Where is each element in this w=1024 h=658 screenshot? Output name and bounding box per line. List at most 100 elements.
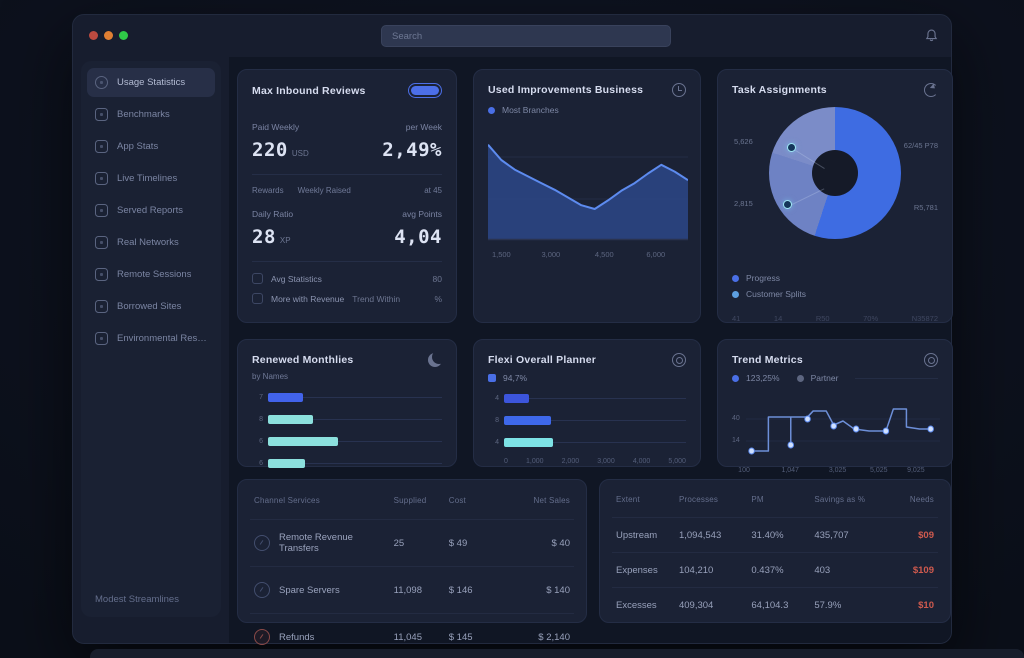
- column-header: PM: [751, 495, 814, 504]
- footer-row: Avg Statistics 80: [252, 273, 442, 284]
- cell: 104,210: [679, 565, 751, 576]
- sidebar-item-label: Environmental Resources: [117, 333, 207, 344]
- footer-label: Avg Statistics: [271, 274, 322, 284]
- donut-chart: 5,626 2,815 62/45 P78 R5,781: [732, 99, 938, 271]
- column-header: Channel Services: [254, 496, 394, 505]
- dock-strip: [90, 649, 1024, 658]
- legend-label: Most Branches: [502, 105, 559, 115]
- sidebar-item-benchmarks[interactable]: Benchmarks: [87, 100, 215, 129]
- row-name-cell: Refunds: [254, 629, 394, 645]
- data-point[interactable]: [805, 416, 811, 422]
- bar[interactable]: [268, 437, 338, 446]
- mid-right: at 45: [424, 186, 442, 195]
- stat-value: 28: [252, 226, 276, 248]
- cell: 409,304: [679, 600, 751, 611]
- globe-icon: [95, 236, 108, 249]
- bank-icon: [95, 300, 108, 313]
- row-name: Remote Revenue Transfers: [279, 532, 394, 554]
- footer-value: 80: [433, 274, 442, 284]
- bar[interactable]: [268, 415, 313, 424]
- step-line-chart: 4014: [732, 393, 938, 465]
- bar-row: 6: [252, 430, 442, 452]
- data-point[interactable]: [749, 448, 755, 454]
- bar-row: 4: [488, 387, 686, 409]
- toggle-switch[interactable]: [408, 83, 442, 98]
- bar[interactable]: [268, 459, 305, 468]
- donut-label: 5,626: [734, 137, 753, 146]
- card-trend: Trend Metrics 123,25% Partner 4014 1001,…: [717, 339, 953, 467]
- footer-stat: R50: [816, 314, 830, 323]
- axis-tick-label: 1,500: [492, 250, 511, 259]
- data-point[interactable]: [853, 426, 859, 432]
- monitor-icon: [95, 268, 108, 281]
- cell: 1,094,543: [679, 530, 751, 541]
- sidebar-item-environmental-resources[interactable]: Environmental Resources: [87, 324, 215, 353]
- table-row[interactable]: Excesses409,30464,104.357.9%$10: [612, 587, 938, 622]
- sidebar-item-label: App Stats: [117, 141, 158, 152]
- data-point[interactable]: [928, 426, 934, 432]
- card-monthlies: Renewed Monthlies by Names 7866 02,0004,…: [237, 339, 457, 467]
- sidebar-item-remote-sessions[interactable]: Remote Sessions: [87, 260, 215, 289]
- table-row[interactable]: Remote Revenue Transfers25$ 49$ 40: [250, 519, 574, 566]
- bar-track: [504, 415, 686, 425]
- bar[interactable]: [504, 416, 551, 425]
- donut-marker[interactable]: [783, 200, 792, 209]
- sidebar-item-live-timelines[interactable]: Live Timelines: [87, 164, 215, 193]
- sidebar-item-served-reports[interactable]: Served Reports: [87, 196, 215, 225]
- search-input[interactable]: [381, 25, 671, 47]
- sidebar-item-usage-statistics[interactable]: Usage Statistics: [87, 68, 215, 97]
- close-button[interactable]: [89, 31, 98, 40]
- sidebar-item-real-networks[interactable]: Real Networks: [87, 228, 215, 257]
- target-icon[interactable]: [924, 353, 938, 367]
- bar-row: 7: [252, 386, 442, 408]
- cell: 435,707: [814, 530, 890, 541]
- table-row[interactable]: Upstream1,094,54331.40%435,707$09: [612, 517, 938, 552]
- table-row[interactable]: Spare Servers11,098$ 146$ 140: [250, 566, 574, 613]
- data-point[interactable]: [883, 428, 889, 434]
- cell: 57.9%: [814, 600, 890, 611]
- row-name-cell: Remote Revenue Transfers: [254, 532, 394, 554]
- clock-icon[interactable]: [672, 83, 686, 97]
- titlebar: [73, 15, 951, 57]
- donut-marker[interactable]: [787, 143, 796, 152]
- bar[interactable]: [504, 438, 553, 447]
- zoom-button[interactable]: [119, 31, 128, 40]
- squares-icon: [95, 140, 108, 153]
- bar-chart: 7866: [252, 386, 442, 474]
- bar-track: [268, 458, 442, 468]
- footer-label: More with Revenue: [271, 294, 344, 304]
- card-title: Renewed Monthlies: [252, 354, 353, 366]
- axis-tick-label: 8: [488, 417, 499, 424]
- target-icon[interactable]: [672, 353, 686, 367]
- moon-icon[interactable]: [428, 353, 442, 367]
- sidebar-item-borrowed-sites[interactable]: Borrowed Sites: [87, 292, 215, 321]
- sidebar-item-label: Borrowed Sites: [117, 301, 181, 312]
- stat-daily-ratio: Daily Ratio 28XP: [252, 209, 293, 248]
- row-name-cell: Spare Servers: [254, 582, 394, 598]
- mid-left: Rewards: [252, 186, 284, 195]
- bar[interactable]: [504, 394, 529, 403]
- table-row[interactable]: Expenses104,2100.437%403$109: [612, 552, 938, 587]
- column-header: Extent: [616, 495, 679, 504]
- bar[interactable]: [268, 393, 303, 402]
- sidebar-item-label: Live Timelines: [117, 173, 177, 184]
- footer-mid: Trend Within: [352, 294, 400, 304]
- refresh-icon[interactable]: [924, 83, 938, 97]
- donut-legend: ProgressCustomer Splits: [732, 273, 938, 299]
- minimize-button[interactable]: [104, 31, 113, 40]
- legend-dot: [732, 291, 739, 298]
- data-point[interactable]: [788, 442, 794, 448]
- axis-tick-label: 6: [252, 438, 263, 445]
- bell-icon[interactable]: [924, 28, 939, 43]
- cell: 11,098: [394, 585, 449, 596]
- bar-row: 6: [252, 452, 442, 474]
- legend-label: 94,7%: [503, 373, 527, 383]
- card-planner: Flexi Overall Planner 94,7% 484 01,0002,…: [473, 339, 701, 467]
- sidebar-item-app-stats[interactable]: App Stats: [87, 132, 215, 161]
- card-title: Used Improvements Business: [488, 84, 643, 96]
- data-point[interactable]: [831, 423, 837, 429]
- card-reviews: Max Inbound Reviews Paid Weekly 220USD p…: [237, 69, 457, 323]
- stat-paid-weekly: Paid Weekly 220USD: [252, 122, 309, 161]
- column-header: Processes: [679, 495, 751, 504]
- donut-label: 62/45 P78: [904, 141, 938, 150]
